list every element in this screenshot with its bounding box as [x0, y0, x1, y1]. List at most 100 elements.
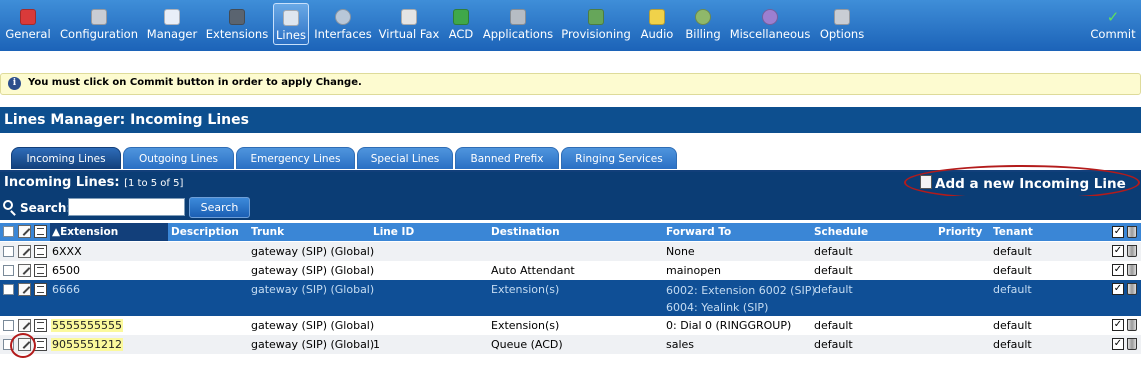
detail-icon — [34, 225, 47, 238]
row-checkbox[interactable] — [3, 339, 14, 350]
toolbar-provisioning[interactable]: Provisioning — [559, 0, 633, 46]
trash-icon[interactable] — [1127, 338, 1137, 350]
column-schedule[interactable]: Schedule — [814, 226, 868, 238]
tab-special-lines[interactable]: Special Lines — [357, 147, 453, 169]
enabled-check-icon: ✓ — [1112, 226, 1124, 238]
toolbar-label: ACD — [448, 27, 474, 41]
trash-icon[interactable] — [1127, 245, 1137, 257]
edit-icon[interactable] — [18, 245, 31, 258]
column-extension-label: Extension — [60, 226, 119, 238]
search-input[interactable] — [68, 198, 185, 216]
edit-icon[interactable] — [18, 338, 31, 351]
add-incoming-line-label: Add a new Incoming Line — [935, 176, 1126, 192]
toolbar-extensions[interactable]: Extensions — [204, 0, 270, 46]
edit-icon[interactable] — [18, 319, 31, 332]
toolbar-label: Miscellaneous — [729, 27, 811, 41]
commit-label: Commit — [1090, 27, 1136, 41]
toolbar-manager[interactable]: Manager — [145, 0, 199, 46]
add-incoming-line-link[interactable]: Add a new Incoming Line — [920, 175, 1126, 192]
column-forward-to[interactable]: Forward To — [666, 226, 731, 238]
toolbar-applications[interactable]: Applications — [482, 0, 554, 46]
select-all-checkbox[interactable] — [3, 226, 14, 237]
trash-icon[interactable] — [1127, 319, 1137, 331]
tab-incoming-lines[interactable]: Incoming Lines — [11, 147, 121, 169]
edit-icon[interactable] — [18, 283, 31, 296]
column-priority[interactable]: Priority — [938, 226, 982, 238]
trash-icon[interactable] — [1127, 264, 1137, 276]
enabled-checkbox[interactable]: ✓ — [1112, 319, 1124, 331]
cell-forward-to: sales — [666, 338, 695, 351]
edit-icon[interactable] — [18, 264, 31, 277]
cell-extension: 6XXX — [52, 245, 82, 258]
table-row: 9055551212 gateway (SIP) (Global) 1 Queu… — [0, 335, 1141, 354]
cell-tenant: default — [993, 264, 1032, 277]
cell-trunk: gateway (SIP) (Global) — [251, 338, 375, 351]
section-header: Incoming Lines: [1 to 5 of 5] Add a new … — [0, 172, 1141, 196]
enabled-checkbox[interactable]: ✓ — [1112, 264, 1124, 276]
row-checkbox[interactable] — [3, 265, 14, 276]
cell-forward-to: None — [666, 245, 695, 258]
toolbar-options[interactable]: Options — [816, 0, 868, 46]
toolbar-configuration[interactable]: Configuration — [58, 0, 140, 46]
row-checkbox[interactable] — [3, 246, 14, 257]
trash-icon — [1127, 226, 1137, 238]
commit-button[interactable]: ✓ Commit — [1088, 0, 1138, 46]
options-icon — [834, 9, 850, 25]
toolbar-label: Audio — [640, 27, 674, 41]
cell-forward-to: 6002: Extension 6002 (SIP) 6004: Yealink… — [666, 282, 816, 316]
toolbar-audio[interactable]: Audio — [638, 0, 676, 46]
toolbar-general[interactable]: General — [3, 0, 53, 46]
acd-icon — [453, 9, 469, 25]
toolbar-billing[interactable]: Billing — [682, 0, 724, 46]
cell-schedule: default — [814, 319, 853, 332]
detail-icon[interactable] — [34, 283, 47, 296]
tab-banned-prefix[interactable]: Banned Prefix — [455, 147, 559, 169]
column-tenant[interactable]: Tenant — [993, 226, 1033, 238]
row-checkbox[interactable] — [3, 320, 14, 331]
detail-icon[interactable] — [34, 319, 47, 332]
fax-icon — [401, 9, 417, 25]
toolbar-virtual-fax[interactable]: Virtual Fax — [377, 0, 441, 46]
column-destination[interactable]: Destination — [491, 226, 560, 238]
record-count: [1 to 5 of 5] — [124, 178, 184, 189]
toolbar-label: Lines — [276, 28, 306, 42]
toolbar-label: Extensions — [205, 27, 269, 41]
applications-icon — [510, 9, 526, 25]
cell-tenant: default — [993, 338, 1032, 351]
toolbar-label: General — [5, 27, 51, 41]
tab-ringing-services[interactable]: Ringing Services — [561, 147, 677, 169]
toolbar-label: Provisioning — [561, 27, 631, 41]
detail-icon[interactable] — [34, 264, 47, 277]
enabled-checkbox[interactable]: ✓ — [1112, 245, 1124, 257]
detail-icon[interactable] — [34, 245, 47, 258]
table-row: 6500 gateway (SIP) (Global) Auto Attenda… — [0, 261, 1141, 280]
tab-emergency-lines[interactable]: Emergency Lines — [236, 147, 355, 169]
toolbar-label: Configuration — [60, 27, 138, 41]
toolbar-label: Billing — [685, 27, 721, 41]
cell-destination: Auto Attendant — [491, 264, 575, 277]
detail-icon[interactable] — [34, 338, 47, 351]
column-line-id[interactable]: Line ID — [373, 226, 414, 238]
row-checkbox[interactable] — [3, 284, 14, 295]
provisioning-icon — [588, 9, 604, 25]
top-toolbar: General Configuration Manager Extensions… — [0, 0, 1141, 51]
enabled-checkbox[interactable]: ✓ — [1112, 283, 1124, 295]
enabled-checkbox[interactable]: ✓ — [1112, 338, 1124, 350]
toolbar-acd[interactable]: ACD — [445, 0, 477, 46]
tab-outgoing-lines[interactable]: Outgoing Lines — [123, 147, 234, 169]
audio-icon — [649, 9, 665, 25]
highlighted-extension: 9055551212 — [51, 338, 123, 351]
table-header: ▲Extension Description Trunk Line ID Des… — [0, 223, 1141, 241]
table-row: 5555555555 gateway (SIP) (Global) Extens… — [0, 316, 1141, 335]
trash-icon[interactable] — [1127, 283, 1137, 295]
cell-extension: 9055551212 — [51, 338, 123, 351]
toolbar-interfaces[interactable]: Interfaces — [314, 0, 372, 46]
column-trunk[interactable]: Trunk — [251, 226, 284, 238]
miscellaneous-icon — [762, 9, 778, 25]
cell-tenant: default — [993, 319, 1032, 332]
column-extension[interactable]: ▲Extension — [52, 226, 118, 238]
toolbar-miscellaneous[interactable]: Miscellaneous — [729, 0, 811, 46]
search-button[interactable]: Search — [189, 197, 250, 218]
column-description[interactable]: Description — [171, 226, 239, 238]
toolbar-lines[interactable]: Lines — [273, 3, 309, 45]
